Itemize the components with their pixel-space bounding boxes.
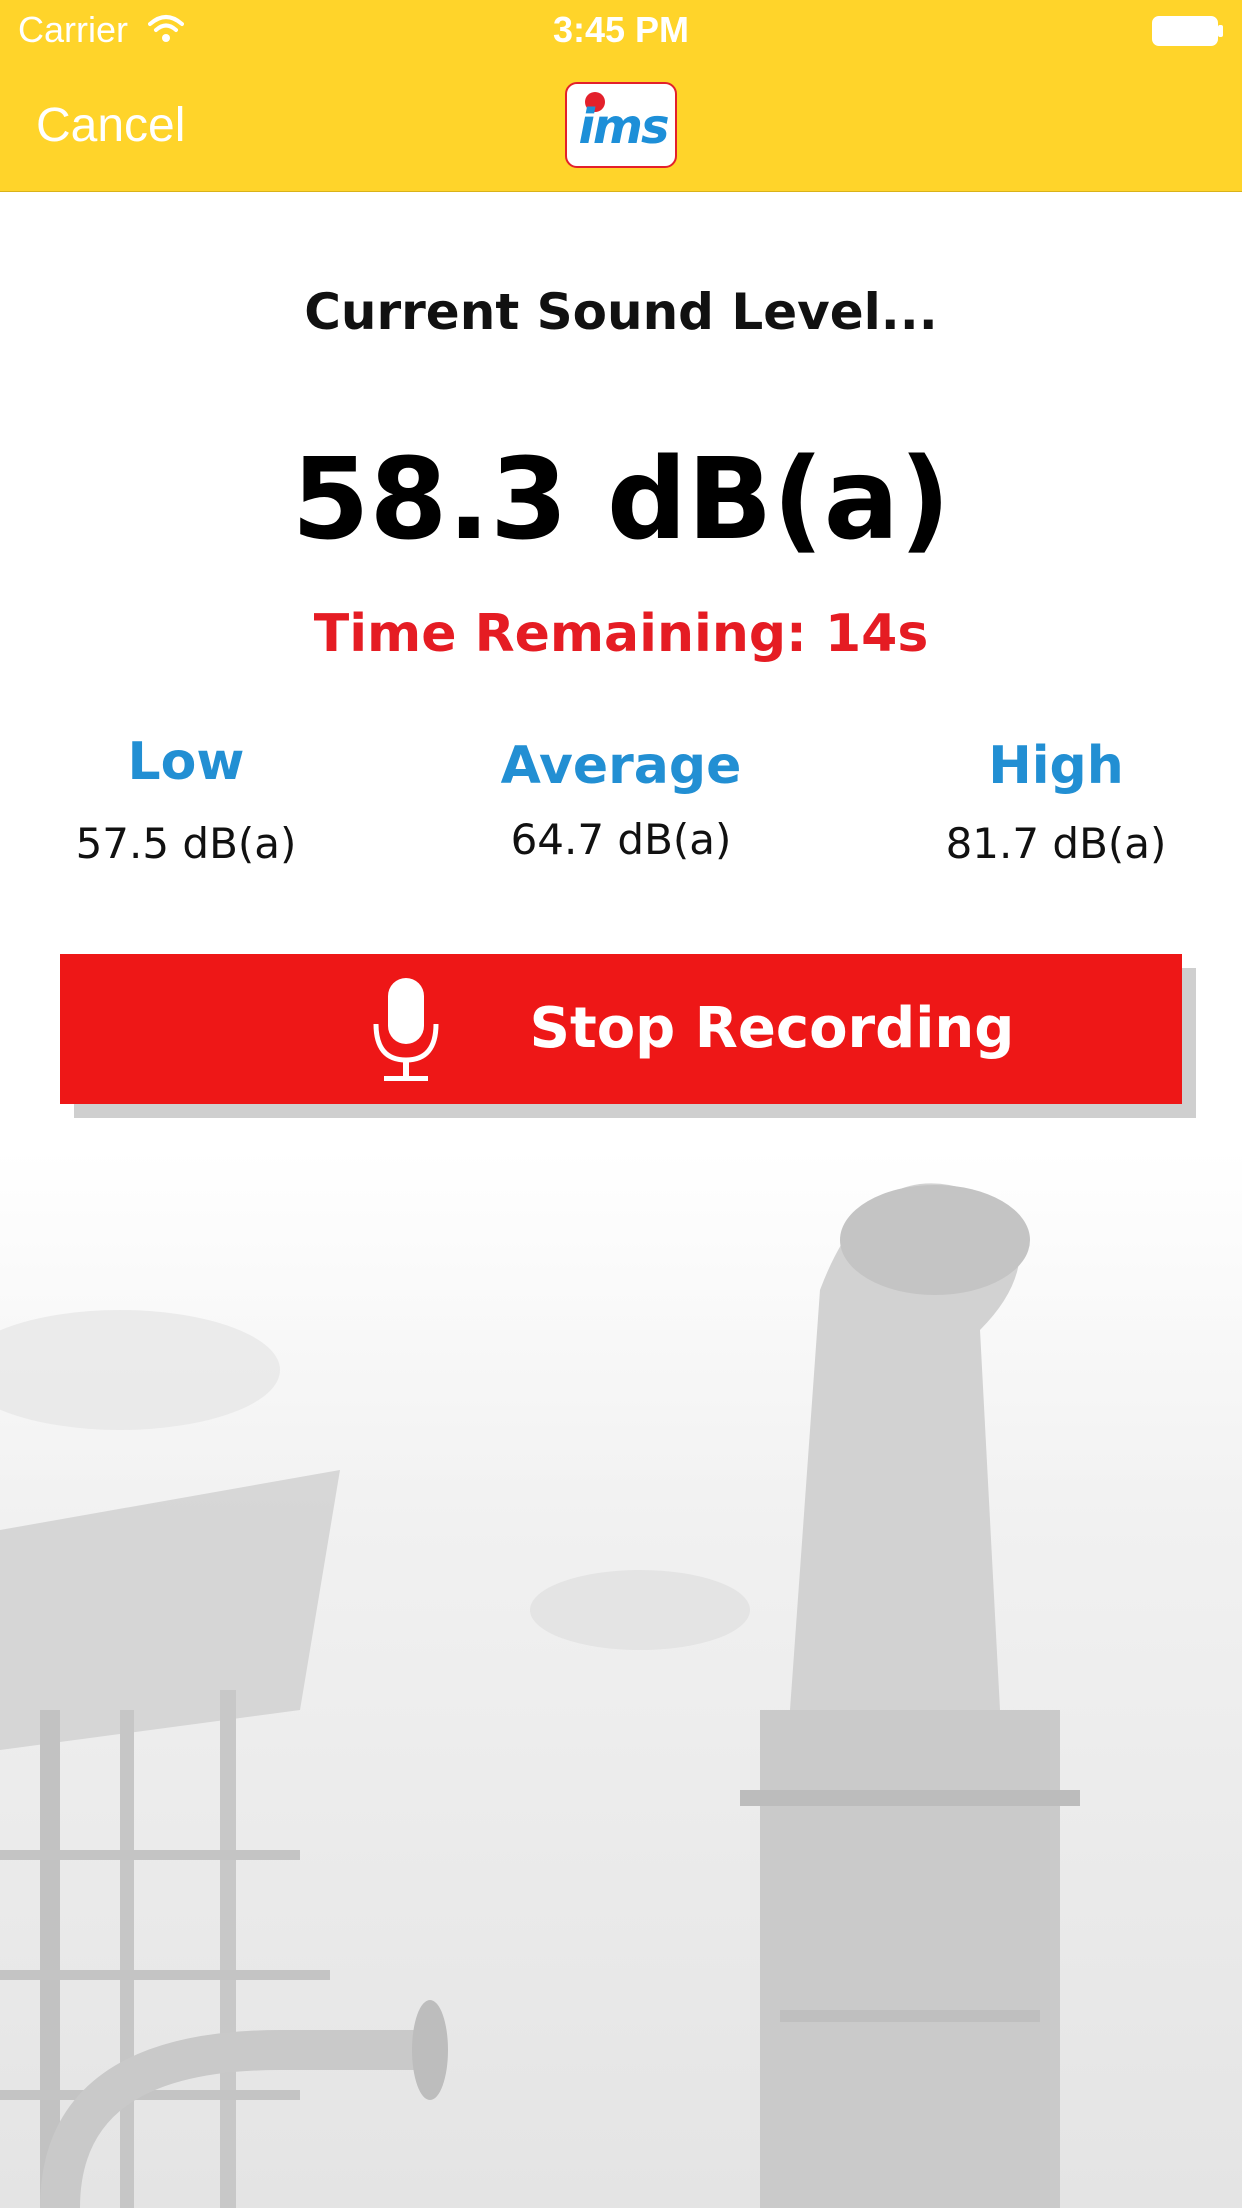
stat-low-value: 57.5 dB(a) — [75, 819, 297, 868]
status-time: 3:45 PM — [552, 9, 690, 50]
ims-logo: ims — [565, 82, 677, 168]
stat-average-label: Average — [500, 736, 742, 796]
stat-high: High 81.7 dB(a) — [856, 734, 1242, 872]
stat-low: Low 57.5 dB(a) — [0, 730, 386, 872]
stat-average: Average 64.7 dB(a) — [421, 734, 821, 868]
page-title: Current Sound Level... — [304, 283, 938, 341]
status-bar: Carrier 3:45 PM — [0, 0, 1242, 60]
logo-text: ims — [578, 99, 669, 155]
stop-recording-button[interactable]: Stop Recording — [60, 954, 1182, 1104]
microphone-icon — [373, 978, 439, 1081]
stat-average-value: 64.7 dB(a) — [510, 815, 732, 864]
stop-recording-label: Stop Recording — [529, 996, 1015, 1061]
stat-high-label: High — [988, 736, 1124, 796]
stat-high-value: 81.7 dB(a) — [945, 819, 1167, 868]
battery-icon — [1152, 16, 1223, 46]
industrial-background-image — [0, 1150, 1242, 2208]
current-sound-level: 58.3 dB(a) — [291, 435, 951, 565]
time-remaining: Time Remaining: 14s — [313, 604, 929, 664]
navigation-header: Carrier 3:45 PM Cancel ims — [0, 0, 1242, 192]
cancel-button[interactable]: Cancel — [36, 96, 185, 156]
stat-low-label: Low — [127, 732, 245, 792]
